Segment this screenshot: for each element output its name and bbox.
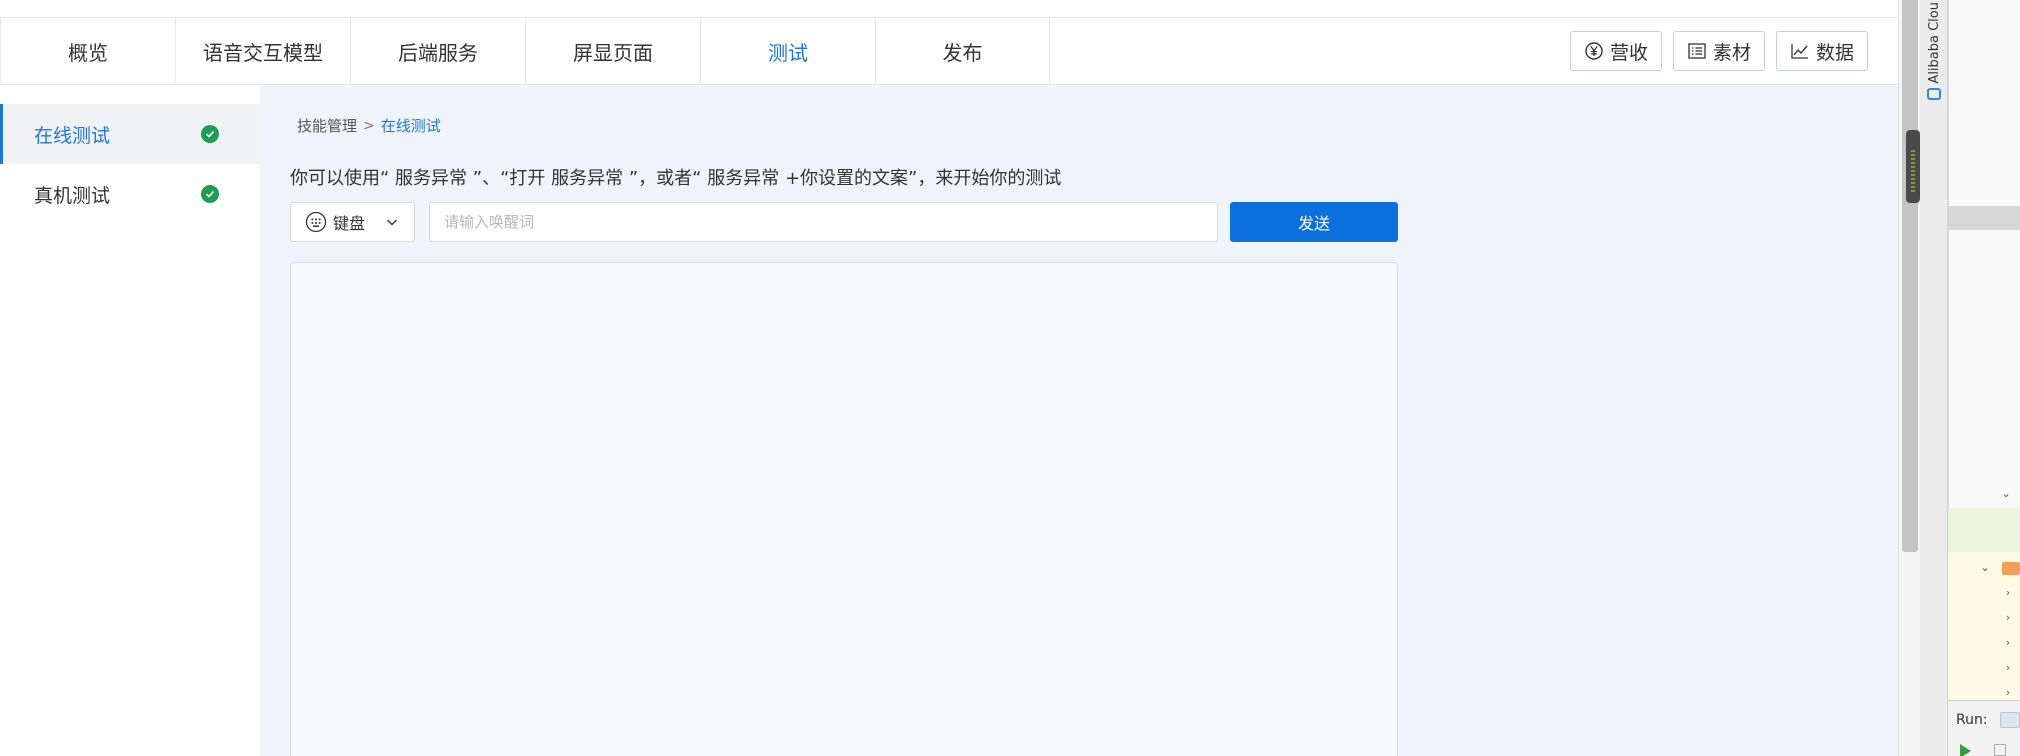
ide-tree-selected-row[interactable] xyxy=(1948,206,2020,230)
revenue-button-label: 营收 xyxy=(1609,41,1648,64)
test-input-row: 键盘 发送 xyxy=(290,202,1398,242)
run-stop-icon[interactable] xyxy=(1994,744,2006,756)
ide-plugin-tab-strip xyxy=(1920,0,1948,756)
run-play-icon[interactable] xyxy=(1960,744,1971,756)
top-navbar: 概览 语音交互模型 后端服务 屏显页面 测试 发布 营收 素材 数据 xyxy=(0,18,1898,85)
chevron-down-icon xyxy=(387,219,398,226)
material-button-label: 素材 xyxy=(1712,41,1751,64)
ide-run-config-tab[interactable] xyxy=(2000,712,2020,728)
sidebar-item-device-test[interactable]: 真机测试 xyxy=(0,164,260,224)
chevron-down-icon[interactable]: ⌄ xyxy=(2000,487,2012,500)
tab-publish[interactable]: 发布 xyxy=(875,18,1050,85)
tab-test[interactable]: 测试 xyxy=(700,18,875,85)
breadcrumb-current: 在线测试 xyxy=(380,117,441,135)
sidebar-item-label: 真机测试 xyxy=(34,184,111,207)
breadcrumb-separator: > xyxy=(363,117,375,134)
sidebar-item-label: 在线测试 xyxy=(34,124,111,147)
nav-tabs: 概览 语音交互模型 后端服务 屏显页面 测试 发布 xyxy=(0,18,1050,85)
breadcrumb: 技能管理 > 在线测试 xyxy=(297,115,441,136)
ide-run-label: Run: xyxy=(1956,712,1988,728)
sidebar: 在线测试 真机测试 xyxy=(0,86,260,756)
tab-screen-page[interactable]: 屏显页面 xyxy=(525,18,700,85)
line-chart-icon xyxy=(1791,44,1808,59)
test-conversation-panel xyxy=(290,262,1398,756)
material-button[interactable]: 素材 xyxy=(1672,31,1765,71)
tab-voice-interaction-model[interactable]: 语音交互模型 xyxy=(175,18,350,85)
keyboard-icon xyxy=(305,211,327,233)
alibaba-cloud-logo-icon xyxy=(1927,87,1941,100)
wake-word-input[interactable] xyxy=(429,202,1218,242)
sidebar-item-online-test[interactable]: 在线测试 xyxy=(0,104,260,164)
main-content: 技能管理 > 在线测试 你可以使用“ 服务异常 ”、“打开 服务异常 ”，或者“… xyxy=(260,86,1898,756)
nav-actions: 营收 素材 数据 xyxy=(1569,31,1868,71)
chevron-down-icon[interactable]: ⌄ xyxy=(1979,561,1991,574)
chevron-right-icon[interactable]: › xyxy=(2002,611,2014,624)
chevron-right-icon[interactable]: › xyxy=(2002,586,2014,599)
folder-icon xyxy=(2002,562,2020,575)
tab-overview[interactable]: 概览 xyxy=(0,18,175,85)
tab-backend-service[interactable]: 后端服务 xyxy=(350,18,525,85)
ide-plugin-tab-label: Alibaba Clou xyxy=(1926,2,1942,84)
chevron-right-icon[interactable]: › xyxy=(2002,636,2014,649)
yen-circle-icon xyxy=(1585,42,1603,60)
material-list-icon xyxy=(1688,43,1706,59)
send-button[interactable]: 发送 xyxy=(1230,202,1398,242)
revenue-button[interactable]: 营收 xyxy=(1569,31,1662,71)
ide-tree-highlight-row xyxy=(1948,508,2020,552)
page-scrollbar-thumb[interactable] xyxy=(1902,0,1918,552)
breadcrumb-parent-link[interactable]: 技能管理 xyxy=(297,115,357,136)
input-mode-value: 键盘 xyxy=(333,214,366,233)
top-strip xyxy=(0,0,1898,18)
ide-plugin-tab[interactable]: Alibaba Clou xyxy=(1921,2,1947,102)
chevron-right-icon[interactable]: › xyxy=(2002,686,2014,699)
input-mode-select[interactable]: 键盘 xyxy=(290,202,415,242)
ide-handle-grip-icon xyxy=(1911,150,1915,194)
check-circle-icon xyxy=(201,185,219,203)
data-button-label: 数据 xyxy=(1815,41,1854,64)
data-button[interactable]: 数据 xyxy=(1775,31,1868,71)
test-instruction-text: 你可以使用“ 服务异常 ”、“打开 服务异常 ”，或者“ 服务异常 +你设置的文… xyxy=(290,168,1062,189)
check-circle-icon xyxy=(201,125,219,143)
chevron-right-icon[interactable]: › xyxy=(2002,661,2014,674)
ide-run-toolbar xyxy=(1948,700,2020,756)
